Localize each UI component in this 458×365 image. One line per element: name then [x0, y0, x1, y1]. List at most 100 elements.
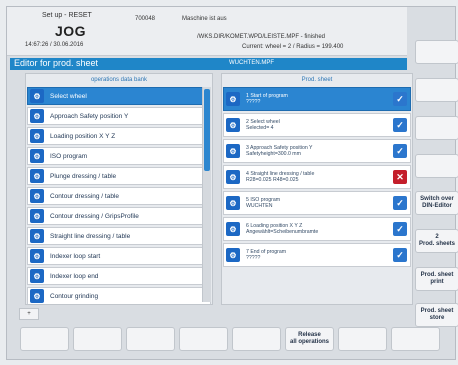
indexer-end-icon: ⚙ [30, 269, 44, 283]
operation-item-label: Indexer loop end [50, 272, 99, 280]
prod-sheets-button[interactable]: 2 Prod. sheets [415, 229, 458, 253]
program-path: /WKS.DIR/KOMET.WPD/LEISTE.MPF - finished [197, 34, 326, 40]
operation-item-label: Loading position X Y Z [50, 132, 116, 140]
prod-sheet-item[interactable]: ⚙ 3 Approach Safety position Y Safetyheigh… [223, 139, 411, 163]
machine-code: 700048 [135, 16, 156, 22]
operation-item-label: Plunge dressing / table [50, 172, 117, 180]
straight-dressing-icon: ⚙ [30, 229, 44, 243]
prod-sheet-item-text: 5 ISO program WUCHTEN [246, 197, 280, 210]
prod-sheet-print-button[interactable]: Prod. sheet print [415, 267, 458, 291]
operations-scrollbar[interactable] [202, 87, 211, 302]
straight-dressing-icon: ⚙ [226, 170, 240, 184]
operation-item[interactable]: ⚙ Indexer loop end [27, 267, 211, 285]
scrollbar-thumb[interactable] [204, 89, 210, 171]
bottom-softkey-7[interactable] [338, 327, 387, 351]
contour-grinding-icon: ⚙ [30, 289, 44, 303]
checkmark-icon[interactable]: ✓ [393, 144, 407, 158]
checkmark-icon[interactable]: ✓ [393, 92, 407, 106]
softkey-3[interactable] [415, 116, 458, 140]
operation-item-label: Approach Safety position Y [50, 112, 129, 120]
iso-program-icon: ⚙ [226, 196, 240, 210]
checkmark-icon[interactable]: ✓ [393, 248, 407, 262]
release-all-operations-button[interactable]: Release all operations [285, 327, 334, 351]
timestamp: 14:67:26 / 30.06.2016 [25, 42, 84, 48]
prod-sheet-item-detail: WUCHTEN [246, 203, 273, 209]
loading-icon: ⚙ [226, 222, 240, 236]
prod-sheet-item[interactable]: ⚙ 4 Straight line dressing / table R28=0.0… [223, 165, 411, 189]
operation-item[interactable]: ⚙ Contour dressing / GripsProfile [27, 207, 211, 225]
bottom-softkey-8[interactable] [391, 327, 440, 351]
end-program-icon: ⚙ [226, 248, 240, 262]
operation-item-label: Straight line dressing / table [50, 232, 131, 240]
operation-item-label: Contour dressing / table [50, 192, 120, 200]
operation-item[interactable]: ⚙ Select wheel [27, 87, 211, 105]
prod-sheet-item-text: 1 Start of program????? [246, 93, 288, 106]
prod-sheet-item[interactable]: ⚙ 5 ISO program WUCHTEN ✓ [223, 191, 411, 215]
operation-item-label: Select wheel [50, 92, 87, 100]
error-x-icon[interactable]: ✕ [393, 170, 407, 184]
page-stepper-button[interactable]: + [19, 308, 39, 320]
editor-title: Editor for prod. sheet [14, 58, 99, 68]
start-program-icon: ⚙ [226, 92, 240, 106]
prod-sheet-item[interactable]: ⚙ 1 Start of program????? ✓ [223, 87, 411, 111]
iso-program-icon: ⚙ [30, 149, 44, 163]
prod-sheet-item-detail: Selected= 4 [246, 125, 274, 131]
wheel-icon: ⚙ [30, 89, 44, 103]
loading-icon: ⚙ [30, 129, 44, 143]
prod-sheet-item-detail: Safetyheight=300.0 mm [246, 151, 301, 157]
bottom-softkey-3[interactable] [126, 327, 175, 351]
prod-sheet-item-text: 3 Approach Safety position Y Safetyheight… [246, 145, 313, 158]
prod-sheet-item-detail: R28=0.025 R48=0.025 [246, 177, 299, 183]
operation-item[interactable]: ⚙ Loading position X Y Z [27, 127, 211, 145]
operation-item-label: Contour dressing / GripsProfile [50, 212, 139, 220]
prod-sheet-item-text: 7 End of program????? [246, 249, 286, 262]
operation-item[interactable]: ⚙ Contour dressing / table [27, 187, 211, 205]
operation-item[interactable]: ⚙ Contour grinding [27, 287, 211, 304]
softkey-1[interactable] [415, 40, 458, 64]
prod-sheet-item-text: 2 Select wheel Selected= 4 [246, 119, 280, 132]
bottom-softkey-2[interactable] [73, 327, 122, 351]
plunge-dressing-icon: ⚙ [30, 169, 44, 183]
wheel-icon: ⚙ [226, 118, 240, 132]
prod-sheet-item-detail: ????? [246, 255, 261, 261]
operation-item[interactable]: ⚙ Straight line dressing / table [27, 227, 211, 245]
machine-message: Maschine ist aus [182, 16, 227, 22]
operation-item[interactable]: ⚙ ISO program [27, 147, 211, 165]
operation-item[interactable]: ⚙ Approach Safety position Y [27, 107, 211, 125]
operations-list: ⚙ Select wheel ⚙ Approach Safety position Y… [27, 87, 211, 304]
prod-sheet-item[interactable]: ⚙ 7 End of program????? ✓ [223, 243, 411, 267]
switch-din-editor-button[interactable]: Switch over DIN-Editor [415, 191, 458, 215]
checkmark-icon[interactable]: ✓ [393, 118, 407, 132]
checkmark-icon[interactable]: ✓ [393, 222, 407, 236]
bottom-softkey-1[interactable] [20, 327, 69, 351]
safety-icon: ⚙ [226, 144, 240, 158]
prod-sheet-item[interactable]: ⚙ 6 Loading position X Y Z Angewählt=Schei… [223, 217, 411, 241]
mode-label: JOG [55, 23, 87, 39]
prod-sheet-item-text: 4 Straight line dressing / table R28=0.02… [246, 171, 314, 184]
bottom-softkey-5[interactable] [232, 327, 281, 351]
prod-sheet-panel: Prod. sheet ⚙ 1 Start of program????? ✓ ⚙ 2 … [221, 73, 413, 305]
operation-item-label: ISO program [50, 152, 88, 160]
softkey-4[interactable] [415, 154, 458, 178]
safety-icon: ⚙ [30, 109, 44, 123]
bottom-softkey-4[interactable] [179, 327, 228, 351]
current-program-name: WUCHTEN.MPF [229, 60, 274, 66]
prod-sheet-item-text: 6 Loading position X Y Z Angewählt=Scheib… [246, 223, 318, 236]
operation-item[interactable]: ⚙ Indexer loop start [27, 247, 211, 265]
setup-label: Set up - RESET [42, 12, 92, 19]
contour-dressing-icon: ⚙ [30, 209, 44, 223]
status-header: Set up - RESET JOG 14:67:26 / 30.06.2016… [7, 7, 407, 56]
contour-dressing-icon: ⚙ [30, 189, 44, 203]
operation-item-label: Indexer loop start [50, 252, 101, 260]
bottom-softkeys: Release all operations [20, 327, 450, 357]
operation-item[interactable]: ⚙ Plunge dressing / table [27, 167, 211, 185]
prod-sheet-store-button[interactable]: Prod. sheet store [415, 303, 458, 327]
prod-sheet-item-detail: Angewählt=Scheibenumbramte [246, 229, 319, 235]
prod-sheet-item[interactable]: ⚙ 2 Select wheel Selected= 4 ✓ [223, 113, 411, 137]
indexer-start-icon: ⚙ [30, 249, 44, 263]
operation-item-label: Contour grinding [50, 292, 99, 300]
softkey-2[interactable] [415, 78, 458, 102]
current-wheel-radius: Current: wheel = 2 / Radius = 199.400 [242, 44, 344, 50]
prod-sheet-list: ⚙ 1 Start of program????? ✓ ⚙ 2 Select wheel… [223, 87, 411, 304]
checkmark-icon[interactable]: ✓ [393, 196, 407, 210]
